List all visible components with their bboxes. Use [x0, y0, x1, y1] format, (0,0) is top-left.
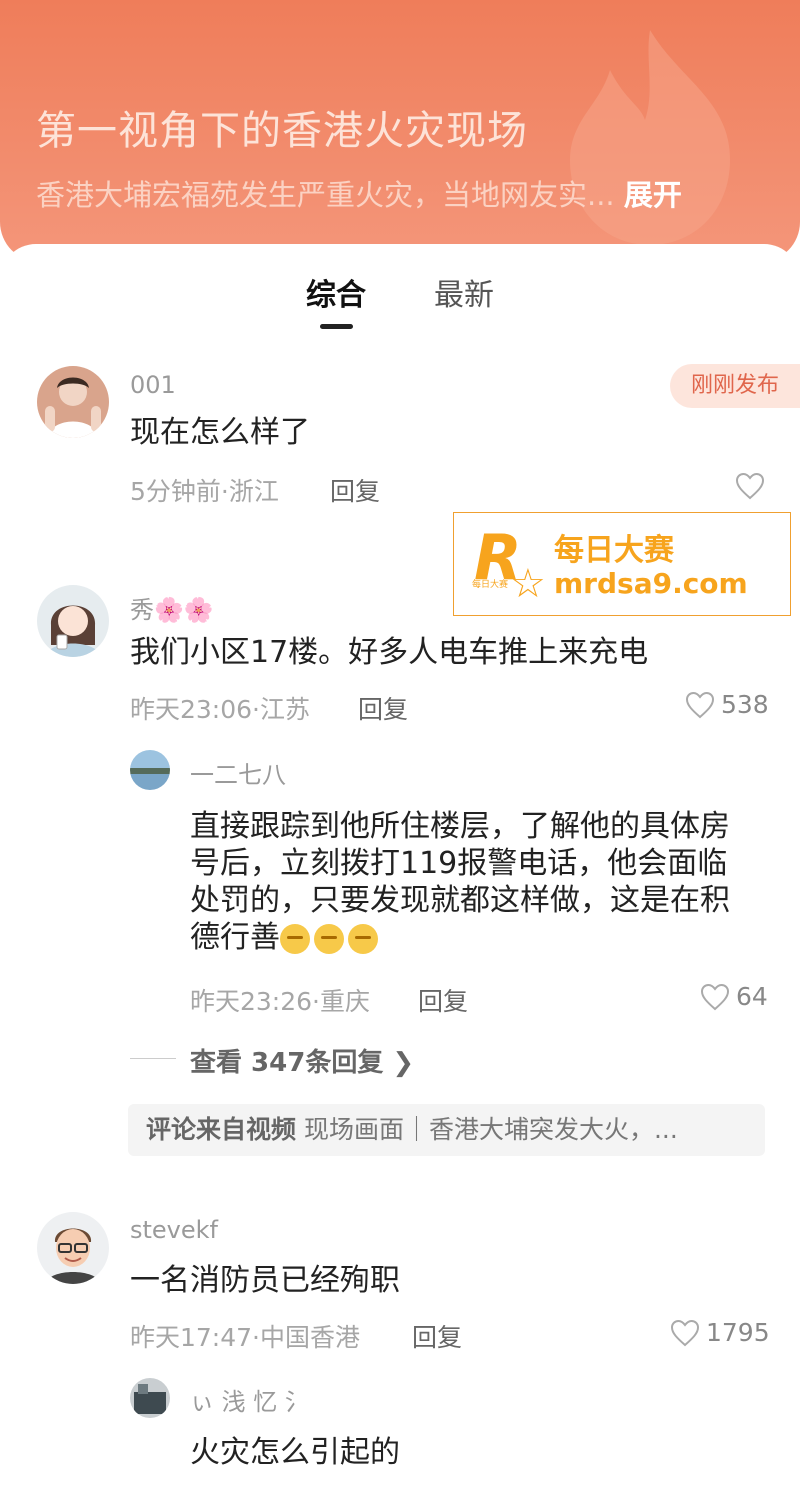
- topic-header: 第一视角下的香港火灾现场 香港大埔宏福苑发生严重火灾，当地网友实... 展开: [0, 0, 800, 262]
- comment-meta: 5分钟前·浙江: [130, 477, 279, 506]
- reply-meta: 昨天23:26·重庆: [190, 987, 370, 1016]
- reply-button[interactable]: 回复: [412, 1318, 462, 1354]
- tab-indicator: [320, 324, 353, 329]
- thinking-emoji-icon: [280, 923, 310, 954]
- reply-text-line-text: 德行善: [190, 920, 280, 955]
- source-text: 现场画面｜香港大埔突发大火，...: [303, 1115, 678, 1144]
- reply-username[interactable]: 一二七八: [190, 755, 286, 790]
- comment-text: 我们小区17楼。好多人电车推上来充电: [130, 635, 649, 670]
- heart-icon: [700, 983, 730, 1010]
- comment-username[interactable]: 001: [130, 371, 176, 399]
- avatar[interactable]: [37, 585, 109, 657]
- reply-button[interactable]: 回复: [358, 690, 408, 726]
- heart-icon: [685, 691, 715, 718]
- comment-username[interactable]: stevekf: [130, 1216, 218, 1244]
- comment-text: 一名消防员已经殉职: [130, 1263, 400, 1298]
- reply-text-line: 直接跟踪到他所住楼层，了解他的具体房: [190, 809, 730, 844]
- like-button[interactable]: [735, 472, 771, 500]
- comment-meta: 昨天23:06·江苏: [130, 695, 310, 724]
- like-button[interactable]: 1795: [670, 1318, 770, 1347]
- like-button[interactable]: 538: [685, 690, 769, 719]
- avatar[interactable]: [37, 1212, 109, 1284]
- avatar[interactable]: [130, 750, 170, 790]
- flame-icon: [570, 30, 730, 245]
- reply-text-line: 处罚的，只要发现就都这样做，这是在积: [190, 883, 730, 918]
- watermark-name: 每日大赛: [554, 533, 674, 568]
- expand-button[interactable]: 展开: [624, 178, 682, 212]
- tab-general[interactable]: 综合: [306, 270, 366, 314]
- reply-button[interactable]: 回复: [418, 982, 468, 1018]
- avatar[interactable]: [37, 366, 109, 438]
- reply-username[interactable]: ぃ 浅 忆 氵: [190, 1382, 309, 1417]
- watermark-logo-small: 每日大赛: [472, 580, 509, 590]
- heart-icon: [735, 472, 765, 500]
- reply-button[interactable]: 回复: [330, 472, 380, 508]
- tab-latest[interactable]: 最新: [434, 270, 494, 314]
- heart-icon: [670, 1319, 700, 1346]
- star-icon: ☆: [510, 561, 546, 607]
- comment-text: 现在怎么样了: [130, 415, 310, 450]
- source-label: 评论来自视频: [146, 1115, 297, 1144]
- divider: [130, 1058, 176, 1059]
- thinking-emoji-icon: [314, 923, 344, 954]
- comment-meta: 昨天17:47·中国香港: [130, 1323, 360, 1352]
- reply-text-line: 德行善: [190, 919, 770, 956]
- watermark-logo: R 每日大赛 ☆ 每日大赛 mrdsa9.com: [453, 512, 791, 616]
- like-count: 64: [736, 982, 768, 1011]
- thinking-emoji-icon: [348, 923, 378, 954]
- topic-description-text: 香港大埔宏福苑发生严重火灾，当地网友实...: [36, 178, 615, 212]
- like-button[interactable]: 64: [700, 982, 768, 1011]
- just-published-badge: 刚刚发布: [670, 364, 800, 408]
- avatar[interactable]: [130, 1378, 170, 1418]
- like-count: 1795: [706, 1318, 770, 1347]
- like-count: 538: [721, 690, 769, 719]
- topic-description[interactable]: 香港大埔宏福苑发生严重火灾，当地网友实... 展开: [36, 172, 682, 214]
- reply-text-line: 号后，立刻拨打119报警电话，他会面临: [190, 846, 728, 881]
- comment-username[interactable]: 秀🌸🌸: [130, 590, 214, 625]
- view-more-replies-button[interactable]: 查看 347条回复 ❯: [190, 1042, 414, 1079]
- topic-title: 第一视角下的香港火灾现场: [36, 108, 528, 154]
- watermark-url: mrdsa9.com: [554, 567, 748, 600]
- reply-text: 直接跟踪到他所住楼层，了解他的具体房 号后，立刻拨打119报警电话，他会面临 处…: [190, 808, 770, 956]
- comment-source[interactable]: 评论来自视频 现场画面｜香港大埔突发大火，...: [128, 1104, 765, 1156]
- reply-text: 火灾怎么引起的: [190, 1435, 400, 1470]
- tab-bar: 综合 最新: [0, 270, 800, 340]
